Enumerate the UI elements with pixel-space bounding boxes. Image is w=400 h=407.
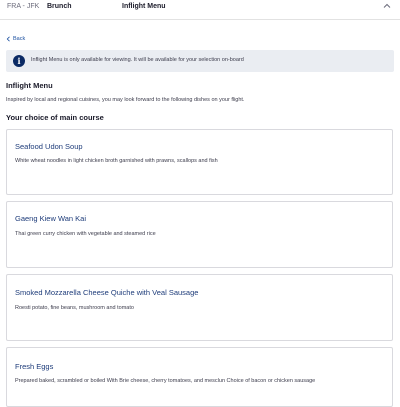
course-card: Smoked Mozzarella Cheese Quiche with Vea… xyxy=(6,274,393,341)
course-card: Fresh Eggs Prepared baked, scrambled or … xyxy=(6,347,393,407)
back-link[interactable]: Back xyxy=(6,36,25,42)
chevron-left-icon xyxy=(6,36,10,42)
notice-text: Inflight Menu is only available for view… xyxy=(31,57,244,63)
course-name: Fresh Eggs xyxy=(15,362,54,371)
main-course-heading: Your choice of main course xyxy=(6,113,104,122)
course-card: Gaeng Kiew Wan Kai Thai green curry chic… xyxy=(6,201,393,268)
chevron-up-icon[interactable] xyxy=(382,1,392,11)
course-name: Seafood Udon Soup xyxy=(15,142,83,151)
back-label: Back xyxy=(13,36,26,42)
course-card: Seafood Udon Soup White wheat noodles in… xyxy=(6,129,393,195)
info-icon: i xyxy=(13,55,25,67)
course-description: Thai green curry chicken with vegetable … xyxy=(15,231,156,237)
header-bar: FRA - JFK Brunch Inflight Menu xyxy=(0,0,400,20)
meal-label: Brunch xyxy=(47,3,72,10)
course-description: Prepared baked, scrambled or boiled With… xyxy=(15,378,316,384)
course-description: White wheat noodles in light chicken bro… xyxy=(15,158,218,164)
info-notice: i Inflight Menu is only available for vi… xyxy=(6,50,394,72)
section-title: Inflight Menu xyxy=(6,81,53,90)
header-title: Inflight Menu xyxy=(122,3,166,10)
course-name: Smoked Mozzarella Cheese Quiche with Vea… xyxy=(15,288,199,297)
section-intro: Inspired by local and regional cuisines,… xyxy=(6,97,245,103)
flight-route: FRA - JFK xyxy=(7,3,40,10)
course-description: Roesti potato, fine beans, mushroom and … xyxy=(15,305,134,311)
course-name: Gaeng Kiew Wan Kai xyxy=(15,214,87,223)
